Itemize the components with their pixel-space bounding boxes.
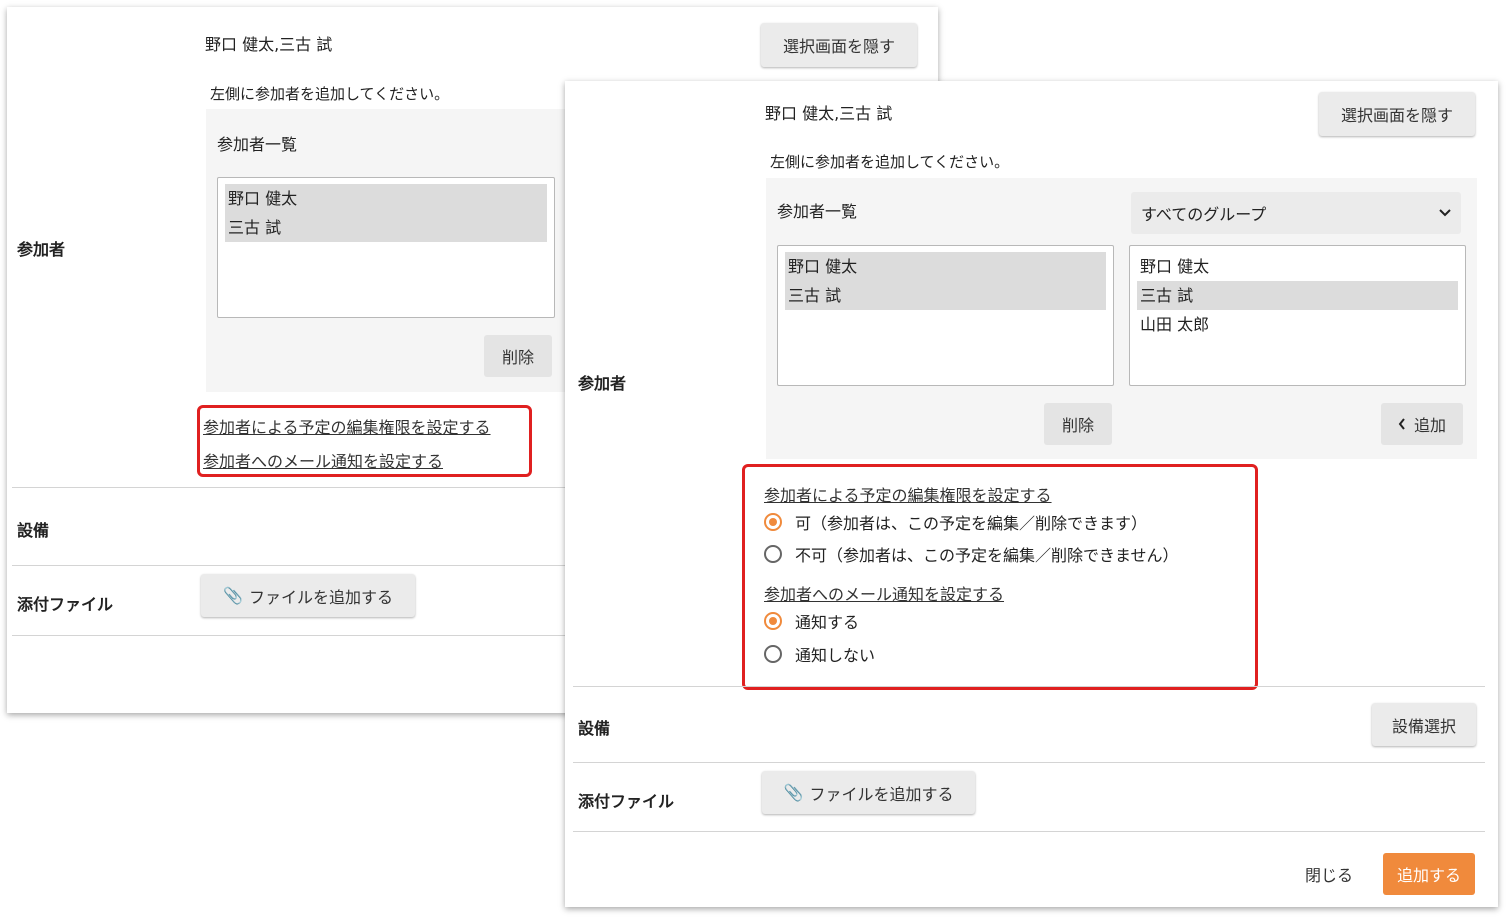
list-item[interactable]: 山田 太郎 bbox=[1137, 310, 1458, 339]
selected-participants: 野口 健太,三古 試 bbox=[205, 35, 333, 54]
participant-list[interactable]: 野口 健太 三古 試 bbox=[217, 177, 555, 318]
divider bbox=[573, 686, 1485, 687]
submit-button[interactable]: 追加する bbox=[1383, 853, 1475, 895]
participant-form-expanded: 野口 健太,三古 試 選択画面を隠す 左側に参加者を追加してください。 参加者一… bbox=[565, 81, 1498, 907]
add-file-label: ファイルを追加する bbox=[248, 587, 393, 607]
list-item[interactable]: 三古 試 bbox=[1137, 281, 1458, 310]
edit-allow-label: 可（参加者は、この予定を編集／削除できます） bbox=[795, 514, 1148, 533]
participant-hint: 左側に参加者を追加してください。 bbox=[210, 85, 450, 103]
group-select[interactable]: すべてのグループ bbox=[1131, 192, 1461, 234]
equipment-select-button[interactable]: 設備選択 bbox=[1372, 703, 1476, 746]
radio-unchecked-icon[interactable] bbox=[764, 545, 782, 563]
hide-selection-button[interactable]: 選択画面を隠す bbox=[1319, 92, 1475, 136]
participant-selector: 参加者一覧 野口 健太 三古 試 削除 bbox=[206, 109, 566, 392]
radio-checked-icon[interactable] bbox=[764, 612, 782, 630]
divider bbox=[12, 565, 572, 566]
selected-participants: 野口 健太,三古 試 bbox=[765, 104, 893, 123]
list-item[interactable]: 三古 試 bbox=[785, 281, 1106, 310]
add-file-button[interactable]: 📎 ファイルを追加する bbox=[762, 771, 975, 814]
participant-list-title: 参加者一覧 bbox=[217, 135, 298, 154]
participant-selector: 参加者一覧 すべてのグループ 野口 健太 三古 試 野口 健太 三古 試 山田 … bbox=[766, 178, 1477, 459]
candidate-list[interactable]: 野口 健太 三古 試 山田 太郎 bbox=[1129, 245, 1466, 386]
add-file-label: ファイルを追加する bbox=[809, 784, 954, 804]
participant-list[interactable]: 野口 健太 三古 試 bbox=[777, 245, 1114, 386]
edit-deny-label: 不可（参加者は、この予定を編集／削除できません） bbox=[795, 546, 1179, 565]
paperclip-icon: 📎 bbox=[783, 783, 804, 802]
delete-button[interactable]: 削除 bbox=[1044, 403, 1112, 445]
add-participant-label: 追加 bbox=[1413, 416, 1446, 435]
chevron-down-icon bbox=[1439, 209, 1451, 217]
attachment-label: 添付ファイル bbox=[17, 595, 114, 614]
participant-list-title: 参加者一覧 bbox=[777, 202, 858, 221]
list-item[interactable]: 野口 健太 bbox=[785, 252, 1106, 281]
edit-permission-title[interactable]: 参加者による予定の編集権限を設定する bbox=[764, 482, 1052, 506]
add-file-button[interactable]: 📎 ファイルを追加する bbox=[201, 574, 415, 617]
chevron-left-icon bbox=[1398, 418, 1405, 430]
radio-checked-icon[interactable] bbox=[764, 513, 782, 531]
list-item[interactable]: 野口 健太 bbox=[1137, 252, 1458, 281]
participants-label: 参加者 bbox=[17, 240, 66, 259]
delete-button[interactable]: 削除 bbox=[484, 335, 552, 377]
paperclip-icon: 📎 bbox=[223, 586, 243, 605]
hide-selection-button[interactable]: 選択画面を隠す bbox=[761, 23, 917, 67]
mail-on-option[interactable]: 通知する bbox=[764, 609, 859, 633]
add-participant-button[interactable]: 追加 bbox=[1381, 403, 1463, 445]
participant-hint: 左側に参加者を追加してください。 bbox=[770, 153, 1010, 171]
close-button[interactable]: 閉じる bbox=[1293, 853, 1365, 895]
edit-allow-option[interactable]: 可（参加者は、この予定を編集／削除できます） bbox=[764, 510, 1147, 534]
edit-deny-option[interactable]: 不可（参加者は、この予定を編集／削除できません） bbox=[764, 542, 1179, 566]
divider bbox=[12, 487, 572, 488]
mail-off-option[interactable]: 通知しない bbox=[764, 642, 875, 666]
participants-label: 参加者 bbox=[578, 374, 627, 393]
group-select-value: すべてのグループ bbox=[1141, 205, 1267, 224]
highlight-box bbox=[197, 405, 532, 477]
mail-notify-title[interactable]: 参加者へのメール通知を設定する bbox=[764, 581, 1004, 605]
divider bbox=[573, 762, 1485, 763]
mail-off-label: 通知しない bbox=[795, 646, 876, 665]
divider bbox=[12, 635, 572, 636]
list-item[interactable]: 三古 試 bbox=[225, 213, 547, 242]
equipment-label: 設備 bbox=[578, 719, 611, 738]
attachment-label: 添付ファイル bbox=[578, 792, 675, 811]
mail-on-label: 通知する bbox=[795, 613, 860, 632]
divider bbox=[573, 831, 1485, 832]
radio-unchecked-icon[interactable] bbox=[764, 645, 782, 663]
equipment-label: 設備 bbox=[17, 521, 50, 540]
list-item[interactable]: 野口 健太 bbox=[225, 184, 547, 213]
